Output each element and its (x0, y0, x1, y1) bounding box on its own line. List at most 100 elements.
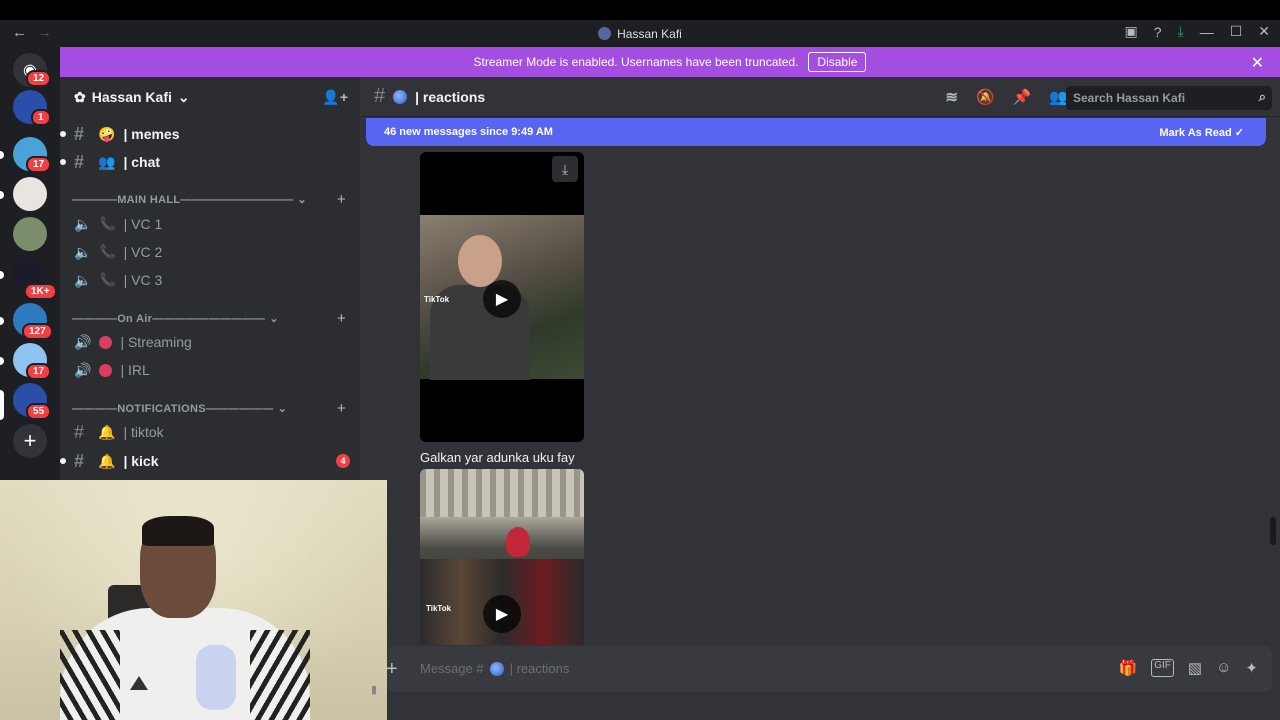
disable-button[interactable]: Disable (808, 52, 867, 72)
channel-label: | kick (123, 453, 159, 469)
close-window-icon[interactable]: ✕ (1258, 23, 1270, 40)
sticker-icon[interactable]: ▧ (1188, 659, 1202, 677)
emoji-icon[interactable]: ☺ (1216, 659, 1231, 677)
scrollbar[interactable] (1270, 517, 1276, 545)
stage-channel-streaming[interactable]: 🔊 | Streaming (74, 329, 350, 355)
mention-badge: 4 (336, 454, 350, 468)
category-on-air[interactable]: ————On Air—————————— ⌄ + (72, 310, 350, 327)
server-badge: 17 (26, 156, 52, 173)
mark-read-icon: ✓ (1234, 126, 1244, 139)
server-badge: 1 (31, 109, 51, 126)
webcam-hair (142, 516, 214, 546)
chat-area: # | reactions ≋ 🔕 📌 👥 Search Hassan Kafi… (360, 77, 1280, 720)
globe-icon (489, 661, 504, 676)
guild-badge-icon: ✿ (74, 88, 86, 105)
inbox-icon[interactable]: ▣ (1124, 23, 1137, 40)
stage-channel-irl[interactable]: 🔊 | IRL (74, 357, 350, 383)
add-server-icon[interactable]: + (13, 424, 47, 458)
new-messages-bar[interactable]: 46 new messages since 9:49 AM Mark As Re… (366, 118, 1266, 146)
category-notifications[interactable]: ————NOTIFICATIONS—————— ⌄ + (72, 400, 350, 417)
search-icon: ⌕ (1258, 89, 1266, 104)
message-composer[interactable]: + Message # | reactions 🎁 GIF ▧ ☺ ✦ (386, 646, 1272, 692)
phone-icon: 📞 (99, 272, 116, 287)
help-icon[interactable]: ? (1154, 24, 1162, 40)
streamer-mode-banner: Streamer Mode is enabled. Usernames have… (60, 47, 1280, 77)
people-icon: 👥 (98, 153, 116, 170)
search-placeholder: Search Hassan Kafi (1073, 91, 1186, 105)
pin-icon[interactable]: 📌 (1013, 88, 1032, 106)
gift-icon[interactable]: 🎁 (1119, 659, 1138, 677)
close-icon[interactable]: ✕ (1251, 53, 1264, 73)
stage-icon: 🔊 (74, 361, 92, 378)
unread-pip (0, 271, 4, 279)
voice-channel-vc1[interactable]: 🔈 📞 | VC 1 (74, 211, 350, 237)
mark-as-read-label: Mark As Read (1159, 126, 1232, 139)
voice-channel-vc3[interactable]: 🔈 📞 | VC 3 (74, 267, 350, 293)
invite-icon[interactable]: 👤+ (322, 89, 348, 106)
category-label: ————MAIN HALL—————————— (72, 193, 294, 206)
new-messages-text: 46 new messages since 9:49 AM (384, 126, 553, 138)
message-text: Galkan yar adunka uku fay (420, 450, 575, 465)
channel-label: | IRL (120, 362, 150, 378)
pin-icon: ▮ (370, 684, 377, 696)
phone-icon: 📞 (99, 216, 116, 231)
home-badge: 12 (26, 70, 52, 87)
upload-plus-icon[interactable]: + (386, 658, 398, 681)
gif-icon[interactable]: GIF (1151, 659, 1174, 677)
mute-icon[interactable]: 🔕 (976, 88, 995, 106)
apps-icon[interactable]: ✦ (1245, 659, 1258, 677)
channel-title: | reactions (415, 88, 486, 105)
tiktok-watermark: TikTok (424, 295, 450, 304)
add-channel-icon[interactable]: + (337, 400, 346, 417)
title-bar: ← → Hassan Kafi ▣ ? ⤓ — ☐ ✕ (0, 20, 1280, 47)
channel-header: # | reactions ≋ 🔕 📌 👥 Search Hassan Kafi… (360, 77, 1280, 117)
channel-chat[interactable]: # 👥 | chat (60, 149, 350, 175)
threads-icon[interactable]: ≋ (945, 88, 958, 106)
server-badge: 55 (26, 403, 52, 420)
unread-dot (60, 458, 66, 464)
category-main-hall[interactable]: ————MAIN HALL—————————— ⌄ + (72, 191, 350, 208)
webcam-stripes (250, 630, 310, 720)
category-label: ————On Air—————————— (72, 312, 266, 325)
unread-dot (60, 159, 66, 165)
chevron-down-icon: ⌄ (177, 88, 190, 105)
download-icon[interactable]: ⤓ (552, 156, 578, 182)
speaker-icon: 🔈 (74, 271, 92, 288)
download-icon[interactable]: ⤓ (1178, 23, 1184, 40)
message-input[interactable]: Message # | reactions (420, 661, 569, 676)
channel-label: | tiktok (123, 424, 164, 440)
tiktok-watermark: TikTok (426, 604, 452, 613)
channel-label: | VC 1 (123, 216, 163, 232)
server-icon[interactable] (13, 217, 47, 251)
channel-tiktok[interactable]: # 🔔 | tiktok (74, 419, 350, 445)
maximize-icon[interactable]: ☐ (1230, 23, 1243, 40)
minimize-icon[interactable]: — (1200, 24, 1214, 40)
banner-text: Streamer Mode is enabled. Usernames have… (473, 55, 799, 69)
add-channel-icon[interactable]: + (337, 191, 346, 208)
video-face (458, 235, 502, 287)
add-channel-icon[interactable]: + (337, 310, 346, 327)
voice-channel-vc2[interactable]: 🔈 📞 | VC 2 (74, 239, 350, 265)
unread-pip (0, 151, 4, 159)
channel-label: | VC 2 (123, 244, 163, 260)
play-icon[interactable]: ▶ (483, 595, 521, 633)
window-title: Hassan Kafi (0, 27, 1280, 41)
window-title-text: Hassan Kafi (617, 26, 682, 41)
guild-header[interactable]: ✿ Hassan Kafi ⌄ 👤+ (60, 77, 360, 117)
stage-icon: 🔊 (74, 333, 92, 350)
unread-pip (0, 317, 4, 325)
bell-icon: 🔔 (98, 423, 116, 440)
video-attachment[interactable]: TikTok ▶ (420, 469, 584, 645)
selected-pip (0, 390, 4, 420)
mark-as-read-button[interactable]: Mark As Read ✓ (1159, 126, 1244, 139)
channel-memes[interactable]: # 🤪 | memes (60, 121, 350, 147)
globe-icon (393, 89, 408, 104)
search-input[interactable]: Search Hassan Kafi ⌕ (1066, 86, 1272, 110)
channel-kick[interactable]: # 🔔 | kick 4 (60, 448, 350, 474)
category-label: ————NOTIFICATIONS—————— (72, 402, 274, 415)
os-topbar (0, 0, 1280, 20)
video-attachment[interactable]: TikTok ▶ ⤓ (420, 152, 584, 442)
server-icon[interactable] (13, 177, 47, 211)
play-icon[interactable]: ▶ (483, 280, 521, 318)
red-circle-icon (99, 363, 113, 377)
